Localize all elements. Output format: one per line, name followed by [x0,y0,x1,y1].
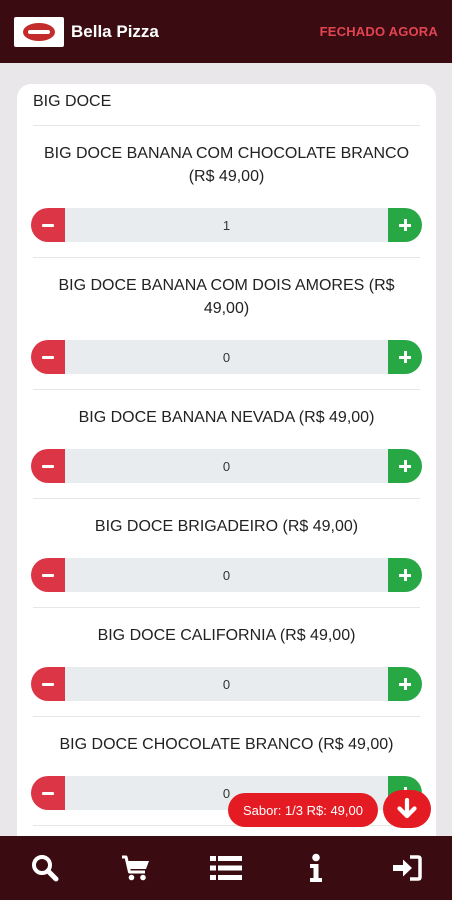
quantity-stepper [31,208,422,242]
list-item: BIG DOCE BANANA NEVADA (R$ 49,00) [31,390,422,499]
scroll-down-button[interactable] [383,790,431,828]
top-bar: Bella Pizza FECHADO AGORA [0,0,452,63]
order-summary-button[interactable]: Sabor: 1/3 R$: 49,00 [228,793,378,827]
decrease-button[interactable] [31,667,65,701]
item-name: BIG DOCE BANANA COM DOIS AMORES (R$ 49,0… [58,277,395,317]
section-title: BIG DOCE [33,84,420,126]
arrow-down-icon [397,798,417,819]
plus-icon [399,569,411,581]
logo-mark [23,22,55,41]
brand-name: Bella Pizza [71,21,159,41]
quantity-input[interactable] [65,208,388,242]
store-status: FECHADO AGORA [319,24,438,39]
item-name: BIG DOCE BANANA NEVADA (R$ 49,00) [78,409,375,426]
plus-icon [399,460,411,472]
cart-icon [121,855,149,881]
decrease-button[interactable] [31,208,65,242]
increase-button[interactable] [388,449,422,483]
increase-button[interactable] [388,208,422,242]
list-icon [209,856,242,880]
plus-icon [399,219,411,231]
list-item: BIG DOCE BRIGADEIRO (R$ 49,00) [31,499,422,608]
nav-menu[interactable] [196,836,256,900]
minus-icon [42,791,54,795]
nav-info[interactable] [286,836,346,900]
quantity-input[interactable] [65,558,388,592]
minus-icon [42,682,54,686]
nav-login[interactable] [377,836,437,900]
quantity-stepper [31,449,422,483]
item-name: BIG DOCE CHOCOLATE BRANCO (R$ 49,00) [59,736,394,753]
quantity-input[interactable] [65,340,388,374]
increase-button[interactable] [388,558,422,592]
quantity-input[interactable] [65,667,388,701]
quantity-stepper [31,558,422,592]
minus-icon [42,464,54,468]
item-name: BIG DOCE BANANA COM CHOCOLATE BRANCO (R$… [43,145,410,185]
list-item: BIG DOCE BANANA COM DOIS AMORES (R$ 49,0… [31,258,422,390]
decrease-button[interactable] [31,558,65,592]
minus-icon [42,573,54,577]
decrease-button[interactable] [31,776,65,810]
quantity-stepper [31,667,422,701]
search-icon [32,855,59,882]
list-item: BIG DOCE BANANA COM CHOCOLATE BRANCO (R$… [31,126,422,258]
item-name: BIG DOCE BRIGADEIRO (R$ 49,00) [94,518,359,535]
product-card: BIG DOCE BIG DOCE BANANA COM CHOCOLATE B… [17,84,436,844]
increase-button[interactable] [388,340,422,374]
nav-search[interactable] [15,836,75,900]
quantity-input[interactable] [65,449,388,483]
plus-icon [399,678,411,690]
brand-logo [14,16,64,47]
decrease-button[interactable] [31,340,65,374]
minus-icon [42,223,54,227]
decrease-button[interactable] [31,449,65,483]
item-name: BIG DOCE CALIFORNIA (R$ 49,00) [97,627,356,644]
sign-in-icon [392,855,422,881]
increase-button[interactable] [388,667,422,701]
bottom-nav [0,836,452,900]
quantity-stepper [31,340,422,374]
minus-icon [42,355,54,359]
nav-cart[interactable] [106,836,166,900]
list-item: BIG DOCE CALIFORNIA (R$ 49,00) [31,608,422,717]
plus-icon [399,351,411,363]
info-icon [310,853,323,882]
